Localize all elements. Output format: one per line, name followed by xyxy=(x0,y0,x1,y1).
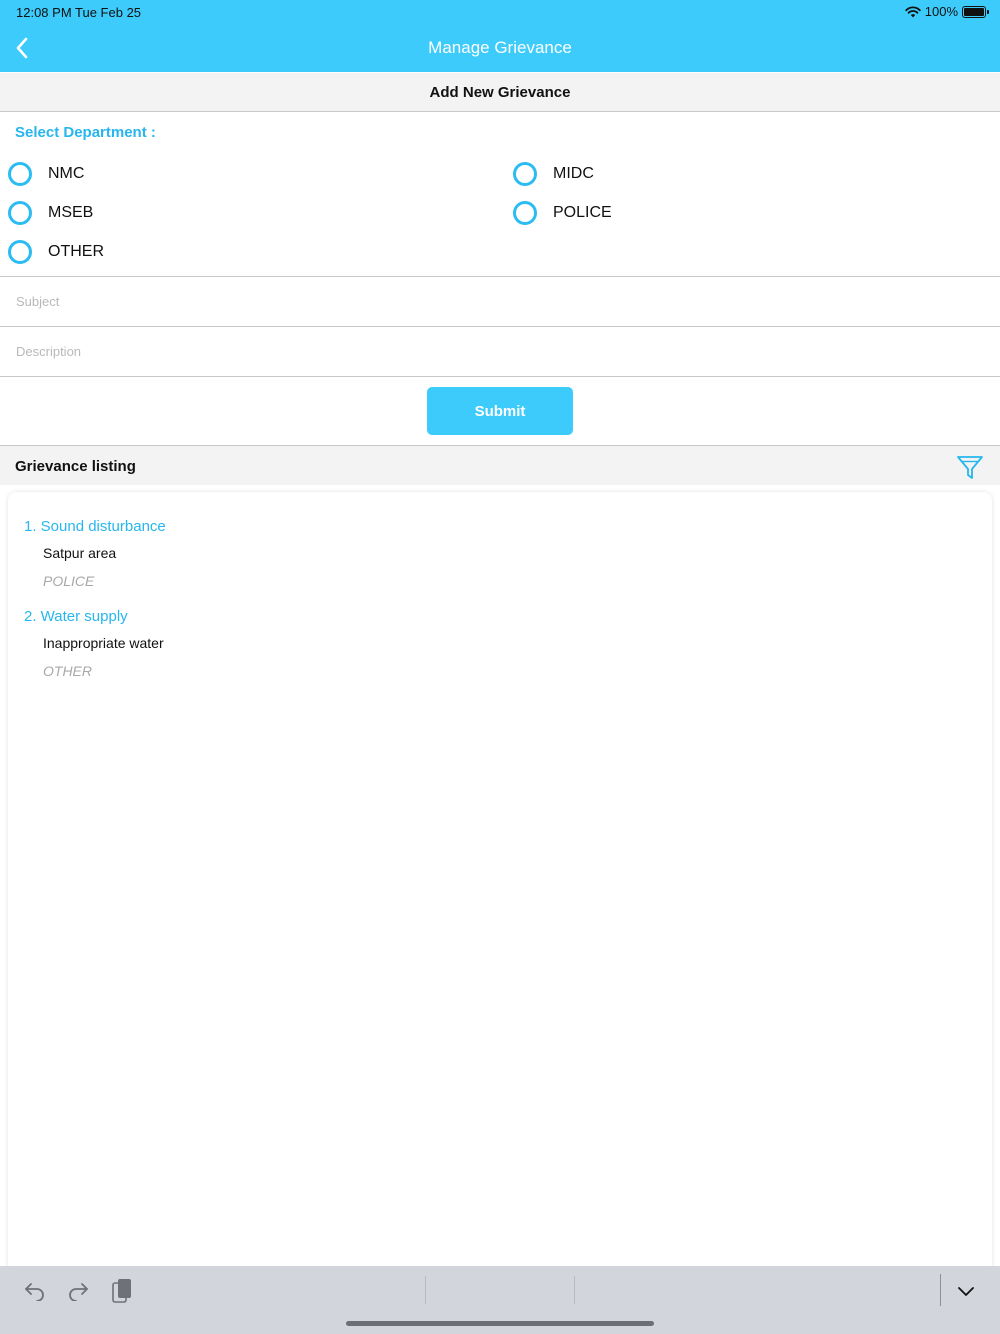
grievance-department: POLICE xyxy=(43,573,95,589)
divider xyxy=(574,1276,575,1304)
battery-percent: 100% xyxy=(924,4,958,19)
navigation-bar: 12:08 PM Tue Feb 25 100% Manage Grievanc… xyxy=(0,0,1000,72)
radio-label: OTHER xyxy=(48,243,104,260)
grievance-list: 1. Sound disturbance Satpur area POLICE … xyxy=(8,492,992,1272)
radio-circle xyxy=(513,201,537,225)
grievance-title: 1. Sound disturbance xyxy=(24,518,166,535)
status-time: 12:08 PM Tue Feb 25 xyxy=(16,5,142,20)
radio-police[interactable]: POLICE xyxy=(513,201,612,225)
grievance-description: Satpur area xyxy=(43,545,117,561)
radio-label: NMC xyxy=(48,165,85,182)
filter-icon xyxy=(957,456,983,479)
chevron-down-icon xyxy=(958,1287,974,1296)
radio-label: POLICE xyxy=(553,204,612,221)
listing-title: Grievance listing xyxy=(15,458,136,475)
radio-circle xyxy=(8,162,32,186)
radio-label: MIDC xyxy=(553,165,594,182)
undo-icon xyxy=(25,1283,44,1301)
radio-midc[interactable]: MIDC xyxy=(513,162,594,186)
grievance-description: Inappropriate water xyxy=(43,635,164,651)
redo-button[interactable] xyxy=(63,1276,93,1306)
listing-header: Grievance listing xyxy=(0,445,1000,485)
radio-circle xyxy=(8,201,32,225)
divider xyxy=(425,1276,426,1304)
paste-icon xyxy=(112,1279,131,1303)
submit-button[interactable]: Submit xyxy=(427,387,573,435)
department-label: Select Department : xyxy=(15,124,156,141)
grievance-department: OTHER xyxy=(43,663,92,679)
filter-button[interactable] xyxy=(956,453,984,481)
list-item[interactable]: 2. Water supply Inappropriate water OTHE… xyxy=(24,608,164,679)
home-indicator xyxy=(346,1321,654,1326)
page-title: Manage Grievance xyxy=(428,38,572,57)
list-item[interactable]: 1. Sound disturbance Satpur area POLICE xyxy=(24,518,166,589)
form-header: Add New Grievance xyxy=(0,73,1000,112)
description-input[interactable] xyxy=(0,327,1000,376)
paste-button[interactable] xyxy=(107,1276,137,1306)
description-field xyxy=(0,326,1000,376)
wifi-icon xyxy=(905,5,921,17)
undo-button[interactable] xyxy=(20,1276,50,1306)
status-indicators: 100% xyxy=(905,4,989,19)
redo-icon xyxy=(69,1283,88,1301)
grievance-title: 2. Water supply xyxy=(24,608,128,625)
radio-label: MSEB xyxy=(48,204,94,221)
radio-circle xyxy=(513,162,537,186)
subject-field xyxy=(0,276,1000,326)
radio-other[interactable]: OTHER xyxy=(8,240,104,264)
radio-nmc[interactable]: NMC xyxy=(8,162,84,186)
battery-icon xyxy=(962,5,989,18)
divider xyxy=(0,376,1000,377)
dismiss-keyboard-button[interactable] xyxy=(951,1276,981,1306)
divider xyxy=(940,1274,941,1306)
subject-input[interactable] xyxy=(0,277,1000,326)
radio-mseb[interactable]: MSEB xyxy=(8,201,93,225)
radio-circle xyxy=(8,240,32,264)
